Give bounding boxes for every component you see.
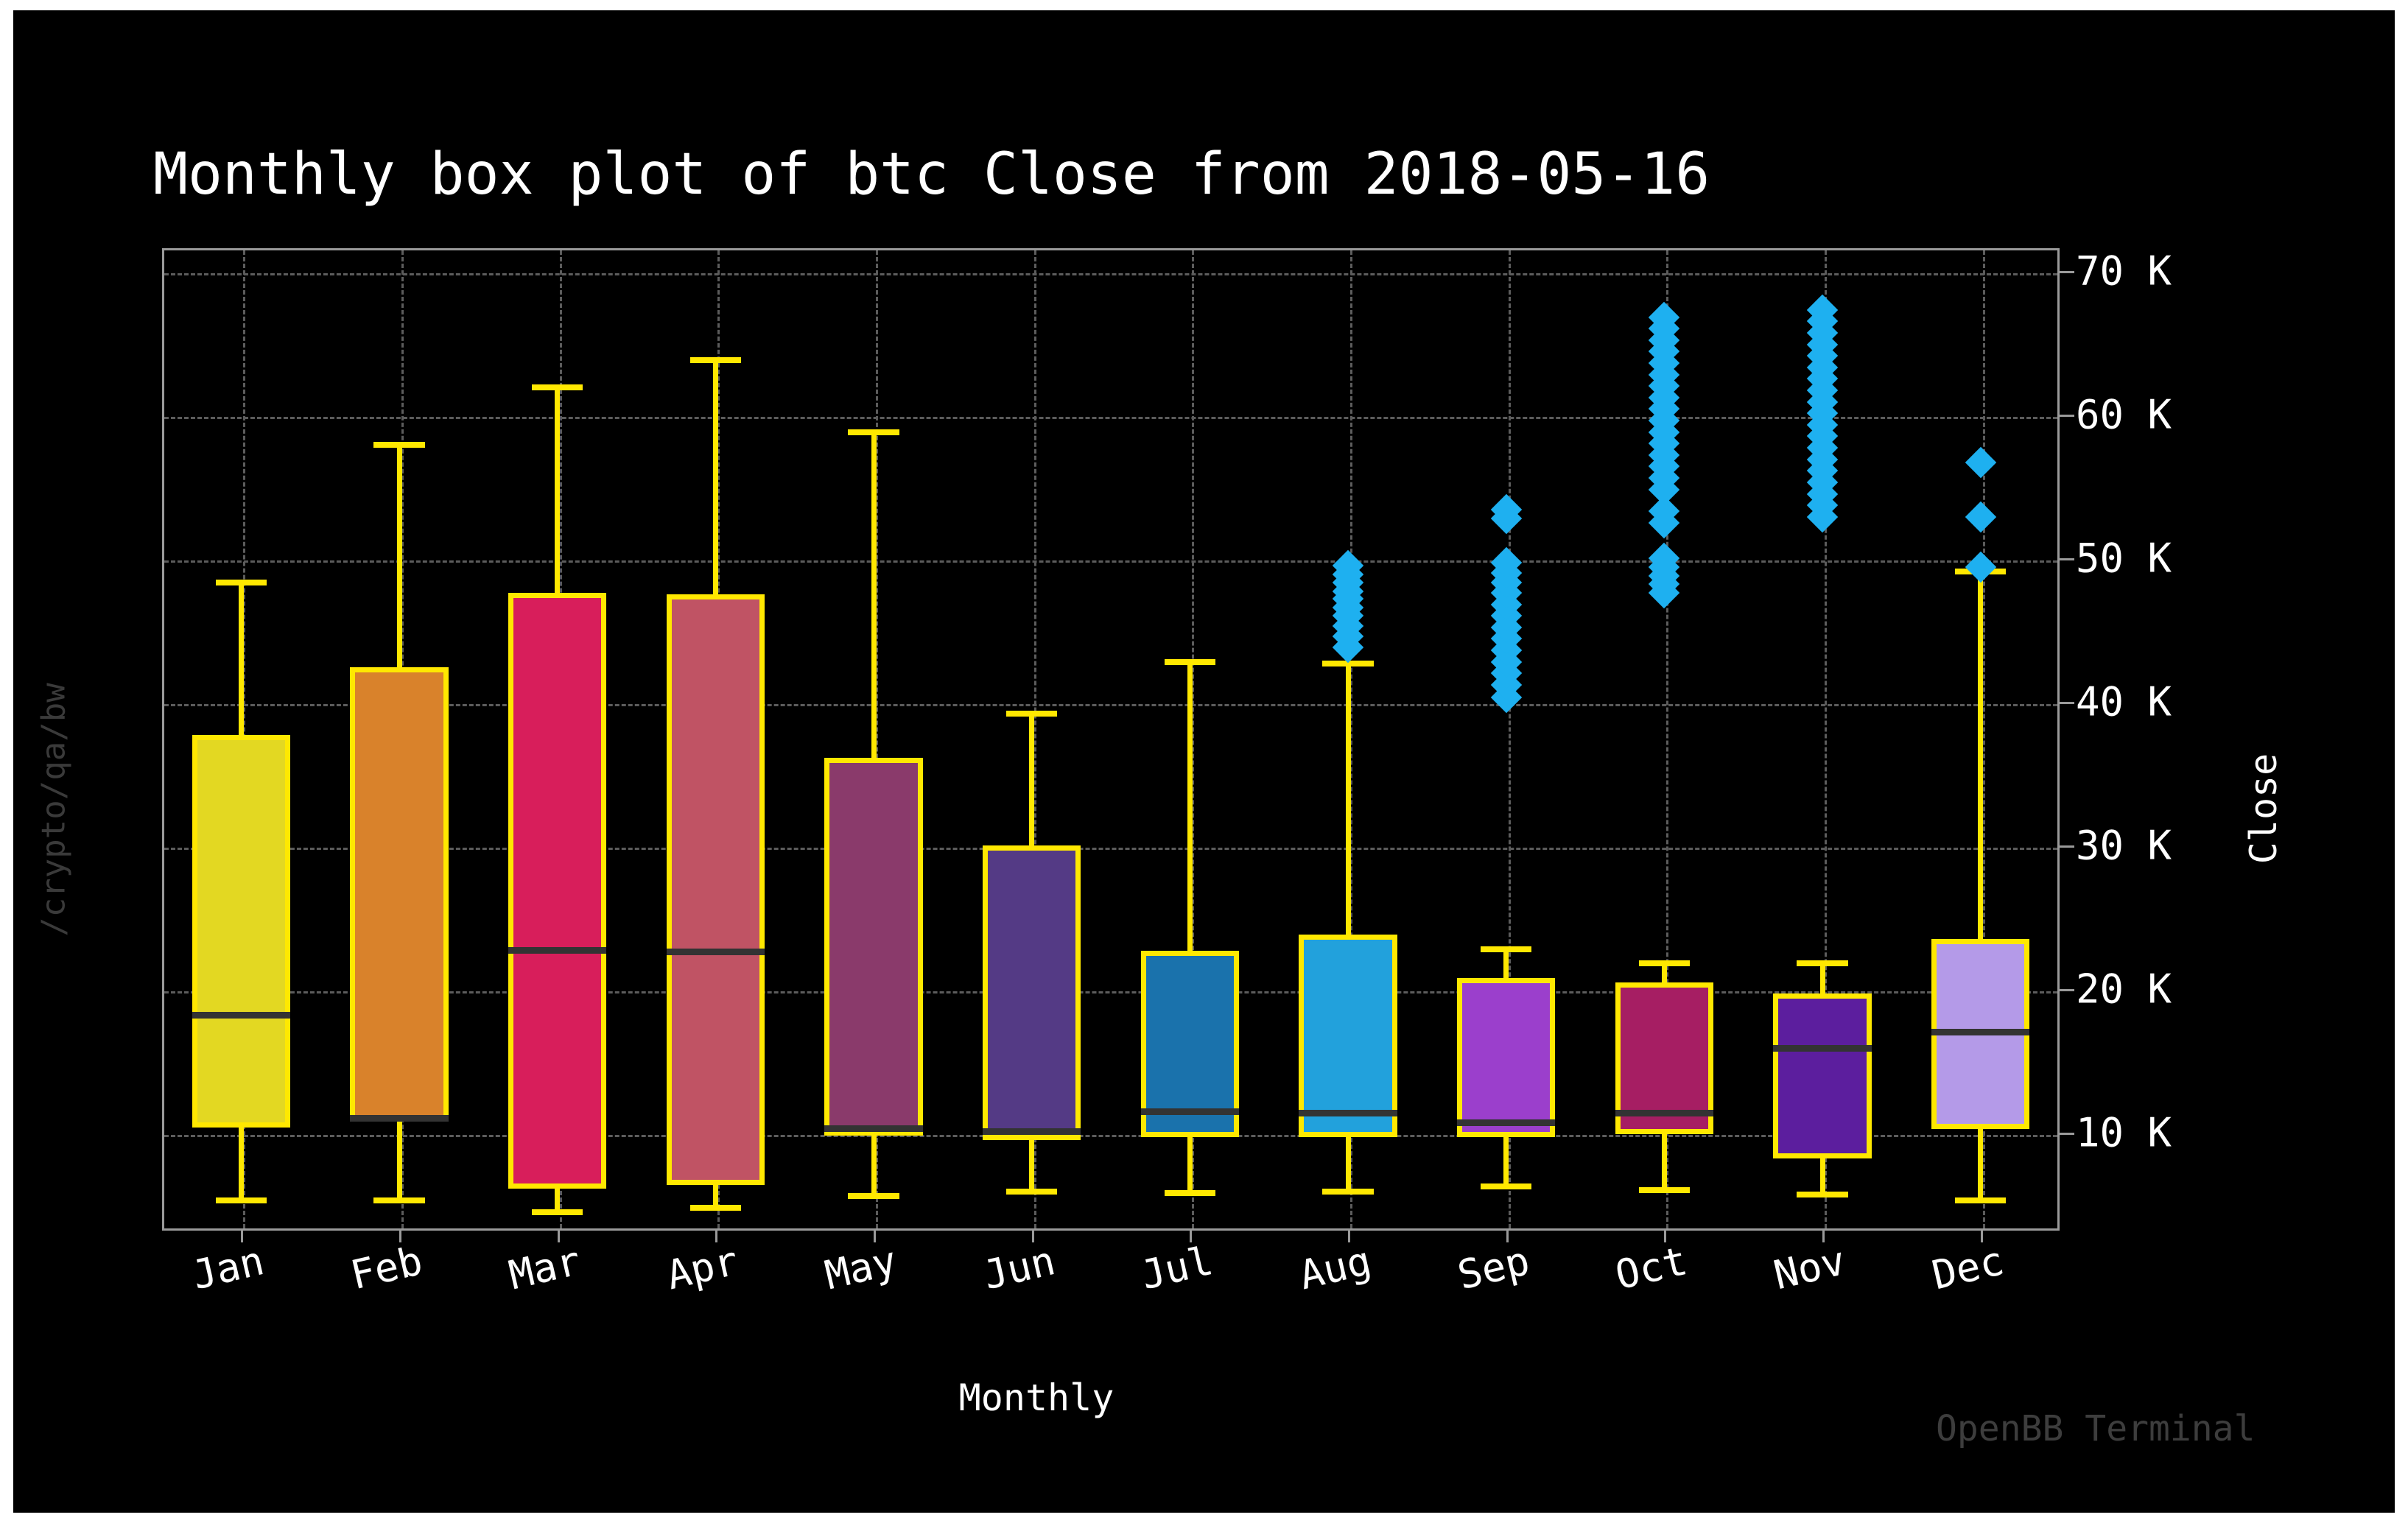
y-tick-label: 30 K xyxy=(2076,822,2172,869)
whisker-line xyxy=(1661,1134,1667,1191)
box-apr[interactable] xyxy=(666,594,765,1185)
openbb-watermark: OpenBB Terminal xyxy=(1936,1408,2256,1449)
whisker-cap xyxy=(1164,1190,1215,1197)
whisker-cap xyxy=(1797,1192,1848,1198)
whisker-cap xyxy=(1006,710,1058,717)
y-tick-mark xyxy=(2060,1133,2074,1136)
x-tick-label-jul: Jul xyxy=(1137,1237,1218,1299)
whisker-line xyxy=(238,583,244,736)
chart-figure: Monthly box plot of btc Close from 2018-… xyxy=(13,10,2395,1513)
y-tick-label: 40 K xyxy=(2076,678,2172,725)
y-tick-label: 50 K xyxy=(2076,535,2172,582)
box-jun[interactable] xyxy=(983,845,1081,1141)
x-tick-label-feb: Feb xyxy=(346,1237,427,1299)
box-sep[interactable] xyxy=(1457,977,1556,1138)
y-tick-mark xyxy=(2060,415,2074,418)
box-nov[interactable] xyxy=(1773,993,1872,1159)
y-gridline xyxy=(164,273,2057,276)
whisker-cap xyxy=(1164,658,1215,665)
whisker-line xyxy=(1029,713,1035,846)
whisker-cap xyxy=(1322,1189,1374,1195)
median-line xyxy=(1931,1029,2030,1036)
y-tick-label: 20 K xyxy=(2076,965,2172,1013)
whisker-line xyxy=(1345,1137,1351,1192)
box-jan[interactable] xyxy=(192,735,290,1128)
whisker-line xyxy=(396,445,402,668)
x-tick-label-apr: Apr xyxy=(662,1237,743,1299)
median-line xyxy=(1299,1109,1397,1116)
median-line xyxy=(1615,1109,1713,1116)
whisker-line xyxy=(396,1121,402,1201)
median-line xyxy=(666,949,765,956)
y-axis-label: Close xyxy=(2242,753,2285,865)
x-tick-label-jun: Jun xyxy=(978,1237,1059,1299)
whisker-cap xyxy=(1481,946,1532,952)
x-tick-label-nov: Nov xyxy=(1769,1237,1850,1299)
whisker-line xyxy=(238,1127,244,1201)
x-tick-label-may: May xyxy=(821,1237,902,1299)
whisker-cap xyxy=(215,580,267,586)
whisker-cap xyxy=(1638,960,1690,967)
whisker-cap xyxy=(848,429,899,435)
median-line xyxy=(1457,1119,1556,1127)
y-tick-mark xyxy=(2060,271,2074,274)
whisker-line xyxy=(712,360,718,594)
median-line xyxy=(983,1128,1081,1135)
x-axis-label: Monthly xyxy=(958,1376,1115,1419)
whisker-line xyxy=(555,387,561,594)
y-tick-mark xyxy=(2060,845,2074,848)
x-tick-label-jan: Jan xyxy=(188,1237,269,1299)
box-may[interactable] xyxy=(824,758,923,1136)
y-tick-mark xyxy=(2060,558,2074,561)
whisker-cap xyxy=(1481,1183,1532,1189)
y-tick-mark xyxy=(2060,989,2074,992)
whisker-line xyxy=(1187,661,1193,951)
whisker-cap xyxy=(1955,1197,2007,1204)
whisker-cap xyxy=(1797,960,1848,967)
y-tick-label: 70 K xyxy=(2076,247,2172,295)
x-tick-label-dec: Dec xyxy=(1927,1237,2008,1299)
x-tick-label-oct: Oct xyxy=(1611,1237,1692,1299)
median-line xyxy=(508,947,607,954)
box-aug[interactable] xyxy=(1299,935,1397,1138)
whisker-line xyxy=(1819,963,1825,994)
whisker-line xyxy=(1978,571,1984,940)
median-line xyxy=(1773,1044,1872,1052)
whisker-line xyxy=(1978,1128,1984,1201)
x-tick-label-sep: Sep xyxy=(1453,1237,1534,1299)
whisker-cap xyxy=(689,357,741,364)
whisker-cap xyxy=(848,1193,899,1200)
box-feb[interactable] xyxy=(350,667,449,1122)
whisker-cap xyxy=(1638,1187,1690,1194)
median-line xyxy=(1140,1108,1239,1115)
median-line xyxy=(350,1115,449,1122)
y-gridline xyxy=(164,417,2057,420)
chart-title: Monthly box plot of btc Close from 2018-… xyxy=(153,141,1710,208)
box-mar[interactable] xyxy=(508,593,607,1189)
whisker-line xyxy=(1503,1137,1509,1186)
y-tick-mark xyxy=(2060,702,2074,705)
whisker-line xyxy=(1029,1140,1035,1192)
whisker-cap xyxy=(689,1204,741,1211)
whisker-line xyxy=(1345,663,1351,935)
x-tick-label-aug: Aug xyxy=(1295,1237,1376,1299)
whisker-line xyxy=(1819,1158,1825,1195)
median-line xyxy=(824,1125,923,1133)
whisker-cap xyxy=(373,1197,425,1204)
y-tick-label: 60 K xyxy=(2076,391,2172,438)
y-gridline xyxy=(164,560,2057,563)
whisker-cap xyxy=(1006,1189,1058,1195)
whisker-cap xyxy=(215,1197,267,1204)
whisker-line xyxy=(871,432,877,759)
y-tick-label: 10 K xyxy=(2076,1109,2172,1156)
whisker-line xyxy=(1187,1137,1193,1194)
whisker-cap xyxy=(373,442,425,449)
x-tick-label-mar: Mar xyxy=(504,1237,585,1299)
median-line xyxy=(192,1011,290,1019)
whisker-cap xyxy=(532,384,583,391)
breadcrumb-path-label: /crypto/qa/bw xyxy=(35,683,73,937)
whisker-line xyxy=(871,1136,877,1197)
whisker-cap xyxy=(532,1209,583,1215)
whisker-line xyxy=(1503,949,1509,978)
